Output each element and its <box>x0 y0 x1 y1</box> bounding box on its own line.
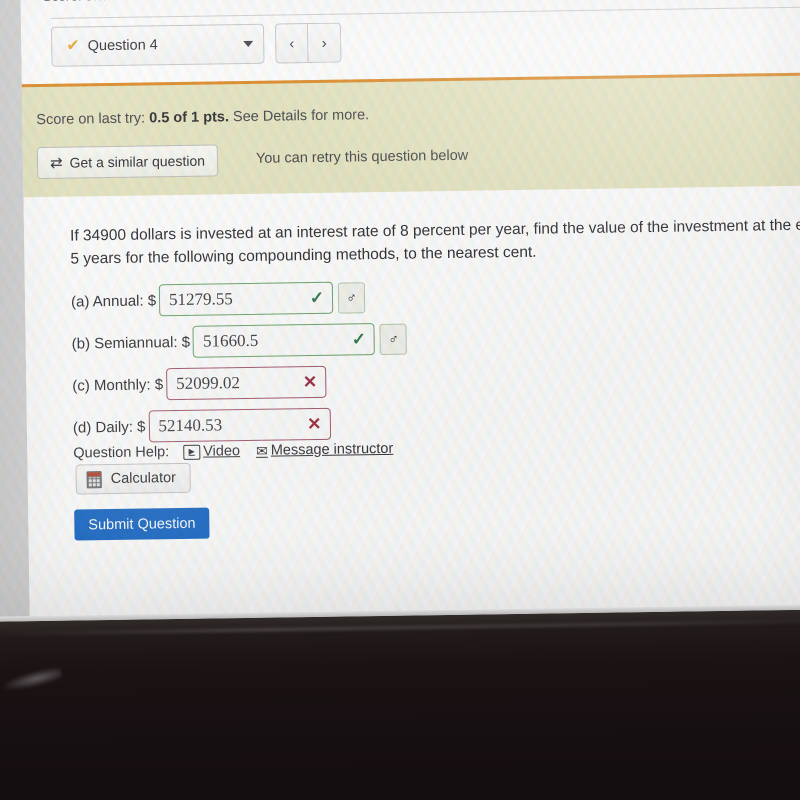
video-help-label: Video <box>203 443 241 460</box>
answer-label-b: (b) Semiannual: $ <box>71 333 191 353</box>
answer-input-b[interactable]: 51660.5 ✓ <box>192 323 376 358</box>
header-divider <box>50 6 800 19</box>
get-similar-question-label: Get a similar question <box>69 152 206 171</box>
prev-question-button[interactable]: ‹ <box>274 23 309 64</box>
calculator-button[interactable]: Calculator <box>75 462 192 495</box>
question-prompt: If 34900 dollars is invested at an inter… <box>69 216 800 268</box>
score-value: Score: 3.5/4 <box>42 0 115 4</box>
answer-list: (a) Annual: $ 51279.55 ✓ ♂ (b) Semiannua… <box>71 278 409 451</box>
answer-label-d: (d) Daily: $ <box>72 418 146 437</box>
incorrect-cross-icon: ✕ <box>302 372 318 392</box>
answer-row-b: (b) Semiannual: $ 51660.5 ✓ ♂ <box>71 320 408 363</box>
envelope-icon: ✉ <box>255 442 268 459</box>
last-try-score: Score on last try: 0.5 of 1 pts. See Det… <box>36 107 369 128</box>
last-try-prefix: Score on last try: <box>36 110 146 129</box>
assignment-score: Score: 3.5/4 4/4 answered <box>42 0 215 4</box>
question-nav-row: ✔ Question 4 ‹ › <box>50 22 342 69</box>
retry-note: You can retry this question below <box>255 147 469 167</box>
last-try-value: 0.5 of 1 pts. <box>149 109 230 127</box>
answer-label-a: (a) Annual: $ <box>70 291 157 311</box>
correct-check-icon: ✓ <box>309 288 325 308</box>
answer-input-a[interactable]: 51279.55 ✓ <box>158 281 334 317</box>
photo-of-monitor: 8.0 Homework#24: Introduction to Exponen… <box>0 0 800 800</box>
video-play-icon: ▶ <box>183 444 201 460</box>
answer-row-c: (c) Monthly: $ 52099.02 ✕ <box>72 362 408 405</box>
answer-value-b: 51660.5 <box>202 330 259 351</box>
question-select-label: Question 4 <box>87 37 158 55</box>
message-instructor-link[interactable]: ✉ Message instructor <box>256 441 393 459</box>
answer-row-d: (d) Daily: $ 52140.53 ✕ <box>73 404 409 447</box>
correct-check-icon: ✓ <box>351 329 367 349</box>
answer-label-c: (c) Monthly: $ <box>72 375 164 395</box>
preview-key-icon[interactable]: ♂ <box>379 323 408 355</box>
check-icon: ✔ <box>66 37 80 55</box>
chevron-down-icon <box>243 40 254 48</box>
monitor-screen: 8.0 Homework#24: Introduction to Exponen… <box>0 0 800 622</box>
get-similar-question-button[interactable]: ⇄ Get a similar question <box>36 144 219 180</box>
answer-input-d[interactable]: 52140.53 ✕ <box>148 407 331 443</box>
answer-row-a: (a) Annual: $ 51279.55 ✓ ♂ <box>71 278 407 321</box>
question-select[interactable]: ✔ Question 4 <box>50 23 265 67</box>
answer-value-d: 52140.53 <box>158 415 223 436</box>
submit-question-button[interactable]: Submit Question <box>74 507 210 541</box>
answer-value-a: 51279.55 <box>168 289 233 310</box>
last-try-suffix: See Details for more. <box>232 107 370 126</box>
question-help-label: Question Help: <box>73 444 170 462</box>
calculator-icon <box>86 470 102 488</box>
answer-value-c: 52099.02 <box>175 373 241 394</box>
calculator-label: Calculator <box>110 470 177 488</box>
refresh-icon: ⇄ <box>49 154 63 172</box>
score-banner: Score on last try: 0.5 of 1 pts. See Det… <box>21 72 800 198</box>
preview-key-icon[interactable]: ♂ <box>337 281 366 314</box>
video-help-link[interactable]: ▶ Video <box>183 443 240 460</box>
answered-count: 4/4 answered <box>137 0 215 3</box>
message-instructor-label: Message instructor <box>270 440 394 459</box>
next-question-button[interactable]: › <box>307 22 342 64</box>
answer-input-c[interactable]: 52099.02 ✕ <box>165 365 327 401</box>
incorrect-cross-icon: ✕ <box>307 414 322 434</box>
lms-page: 8.0 Homework#24: Introduction to Exponen… <box>0 0 800 617</box>
